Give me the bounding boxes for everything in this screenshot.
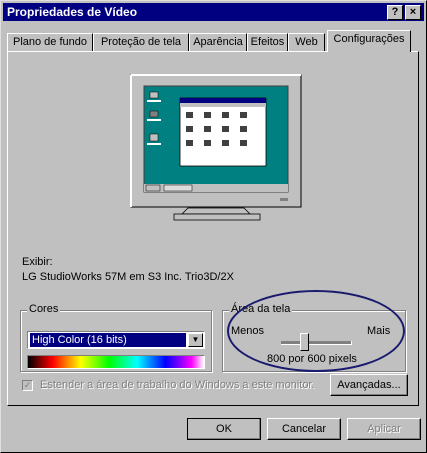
chevron-down-icon[interactable]: ▼ <box>188 333 203 347</box>
color-depth-select[interactable]: High Color (16 bits) ▼ <box>27 331 205 349</box>
tab-screensaver[interactable]: Proteção de tela <box>93 33 189 51</box>
color-depth-value: High Color (16 bits) <box>30 333 186 347</box>
close-button[interactable]: × <box>405 5 421 20</box>
window-title: Propriedades de Vídeo <box>7 5 138 19</box>
advanced-button[interactable]: Avançadas... <box>330 374 408 396</box>
tab-background[interactable]: Plano de fundo <box>7 33 93 51</box>
tab-strip: Plano de fundo Proteção de tela Aparênci… <box>7 30 419 52</box>
display-label: Exibir: <box>22 256 53 268</box>
monitor-preview <box>130 74 302 221</box>
help-button[interactable]: ? <box>387 5 403 20</box>
cancel-button[interactable]: Cancelar <box>267 418 341 440</box>
display-device: LG StudioWorks 57M em S3 Inc. Trio3D/2X <box>22 271 234 283</box>
tab-appearance[interactable]: Aparência <box>189 33 247 51</box>
apply-button[interactable]: Aplicar <box>347 418 421 440</box>
tab-settings[interactable]: Configurações <box>327 30 411 52</box>
extend-desktop-label: Estender a área de trabalho do Windows a… <box>40 379 315 391</box>
color-spectrum-bar <box>27 355 205 369</box>
title-bar: Propriedades de Vídeo ? × <box>3 3 424 21</box>
tab-web[interactable]: Web <box>288 33 325 51</box>
display-properties-window: Propriedades de Vídeo ? × Plano de fundo… <box>0 0 427 453</box>
annotation-ellipse <box>227 290 405 372</box>
extend-desktop-checkbox[interactable]: ✓ <box>22 380 33 391</box>
ok-button[interactable]: OK <box>187 418 261 440</box>
colors-legend: Cores <box>27 303 61 315</box>
tab-effects[interactable]: Efeitos <box>247 33 288 51</box>
colors-group: Cores High Color (16 bits) ▼ <box>20 303 212 372</box>
